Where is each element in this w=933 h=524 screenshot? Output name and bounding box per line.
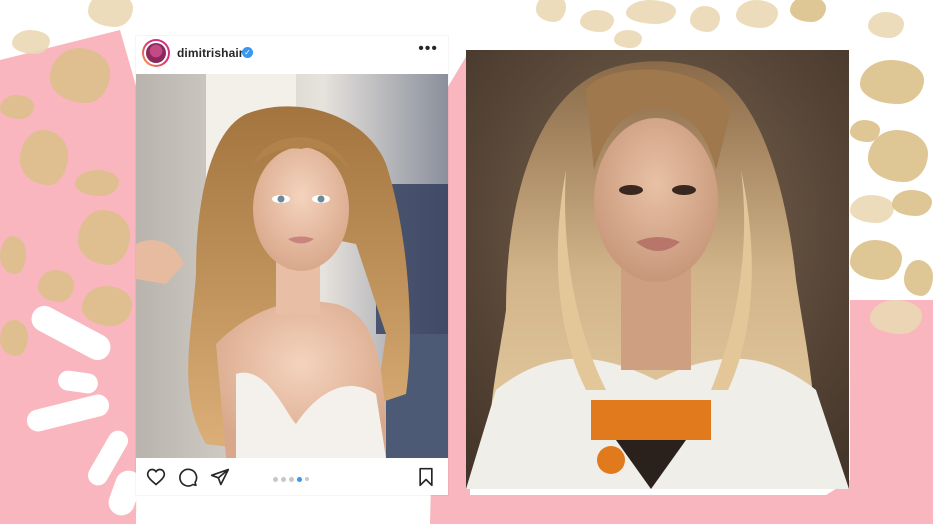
carousel-dot bbox=[297, 477, 302, 482]
hair-photo bbox=[466, 50, 849, 489]
post-actions-bar bbox=[136, 458, 448, 495]
heart-icon[interactable] bbox=[146, 467, 166, 487]
post-header: dimitrishair ✓ ••• bbox=[136, 36, 448, 73]
post-username[interactable]: dimitrishair bbox=[177, 46, 244, 60]
carousel-dot bbox=[281, 477, 286, 482]
verified-badge-icon: ✓ bbox=[242, 47, 253, 58]
comment-icon[interactable] bbox=[178, 467, 198, 487]
post-photo[interactable] bbox=[136, 74, 448, 458]
bookmark-icon[interactable] bbox=[416, 467, 436, 487]
avatar[interactable] bbox=[142, 39, 170, 67]
instagram-post-card: dimitrishair ✓ ••• bbox=[136, 36, 448, 495]
carousel-dot bbox=[289, 477, 294, 482]
more-horizontal-icon[interactable]: ••• bbox=[418, 40, 438, 58]
carousel-dot bbox=[305, 477, 309, 481]
share-icon[interactable] bbox=[210, 467, 230, 487]
carousel-dot bbox=[273, 477, 278, 482]
